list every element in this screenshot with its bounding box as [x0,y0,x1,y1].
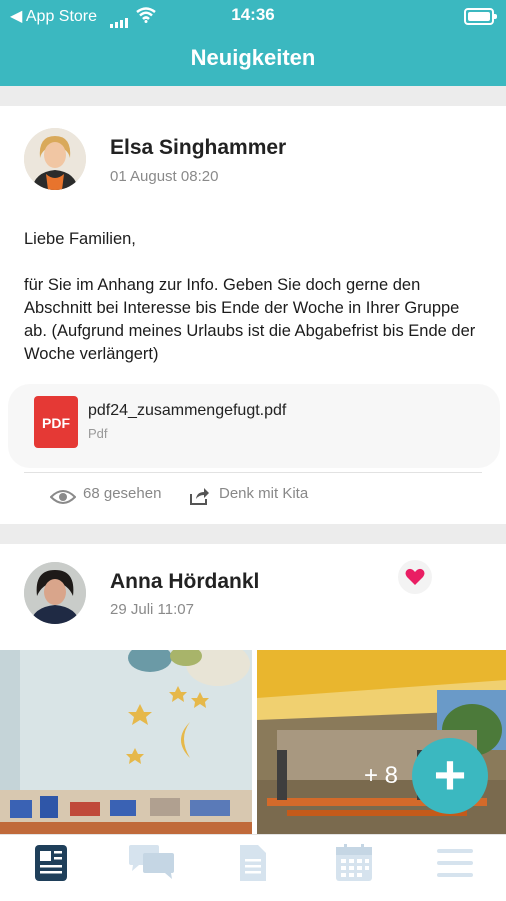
post-body: für Sie im Anhang zur Info. Geben Sie do… [24,276,476,363]
pdf-icon: PDF [34,396,78,448]
divider [24,472,482,473]
attachment[interactable]: PDF pdf24_zusammengefugt.pdf Pdf [8,384,500,468]
avatar[interactable] [24,562,86,624]
share-icon [190,488,209,505]
calendar-icon [335,844,372,881]
post-greeting: Liebe Familien, [24,230,136,248]
post-card[interactable]: Elsa Singhammer 01 August 08:20 Liebe Fa… [0,106,506,524]
tab-documents[interactable] [202,835,303,901]
chat-icon [128,845,174,879]
post-date: 01 August 08:20 [110,168,219,185]
nav-bar: Neuigkeiten [0,30,506,86]
document-icon [239,845,266,881]
tab-chat[interactable] [101,835,202,901]
status-bar: ◀ App Store 14:36 [0,0,506,30]
author-name[interactable]: Elsa Singhammer [110,136,286,160]
eye-icon [50,490,76,504]
shared-with[interactable]: Denk mit Kita [219,485,308,502]
battery-icon [464,8,497,25]
heart-icon [405,568,425,585]
plus-icon: + [433,743,467,806]
post-photo[interactable] [0,650,252,834]
attachment-name: pdf24_zusammengefugt.pdf [88,402,287,419]
avatar[interactable] [24,128,86,190]
page-title: Neuigkeiten [190,45,316,70]
more-photos-count[interactable]: + 8 [364,762,398,790]
news-icon [34,845,67,881]
author-name[interactable]: Anna Hördankl [110,570,259,594]
view-count: 68 gesehen [83,485,162,502]
tab-bar [0,834,506,901]
tab-news[interactable] [0,835,101,901]
clock: 14:36 [231,5,275,24]
post-date: 29 Juli 11:07 [110,601,194,618]
tab-menu[interactable] [404,835,505,901]
tab-calendar[interactable] [303,835,404,901]
attachment-type: Pdf [88,426,108,441]
add-post-button[interactable]: + [412,738,488,814]
like-button[interactable] [398,560,432,594]
menu-icon [436,849,473,877]
